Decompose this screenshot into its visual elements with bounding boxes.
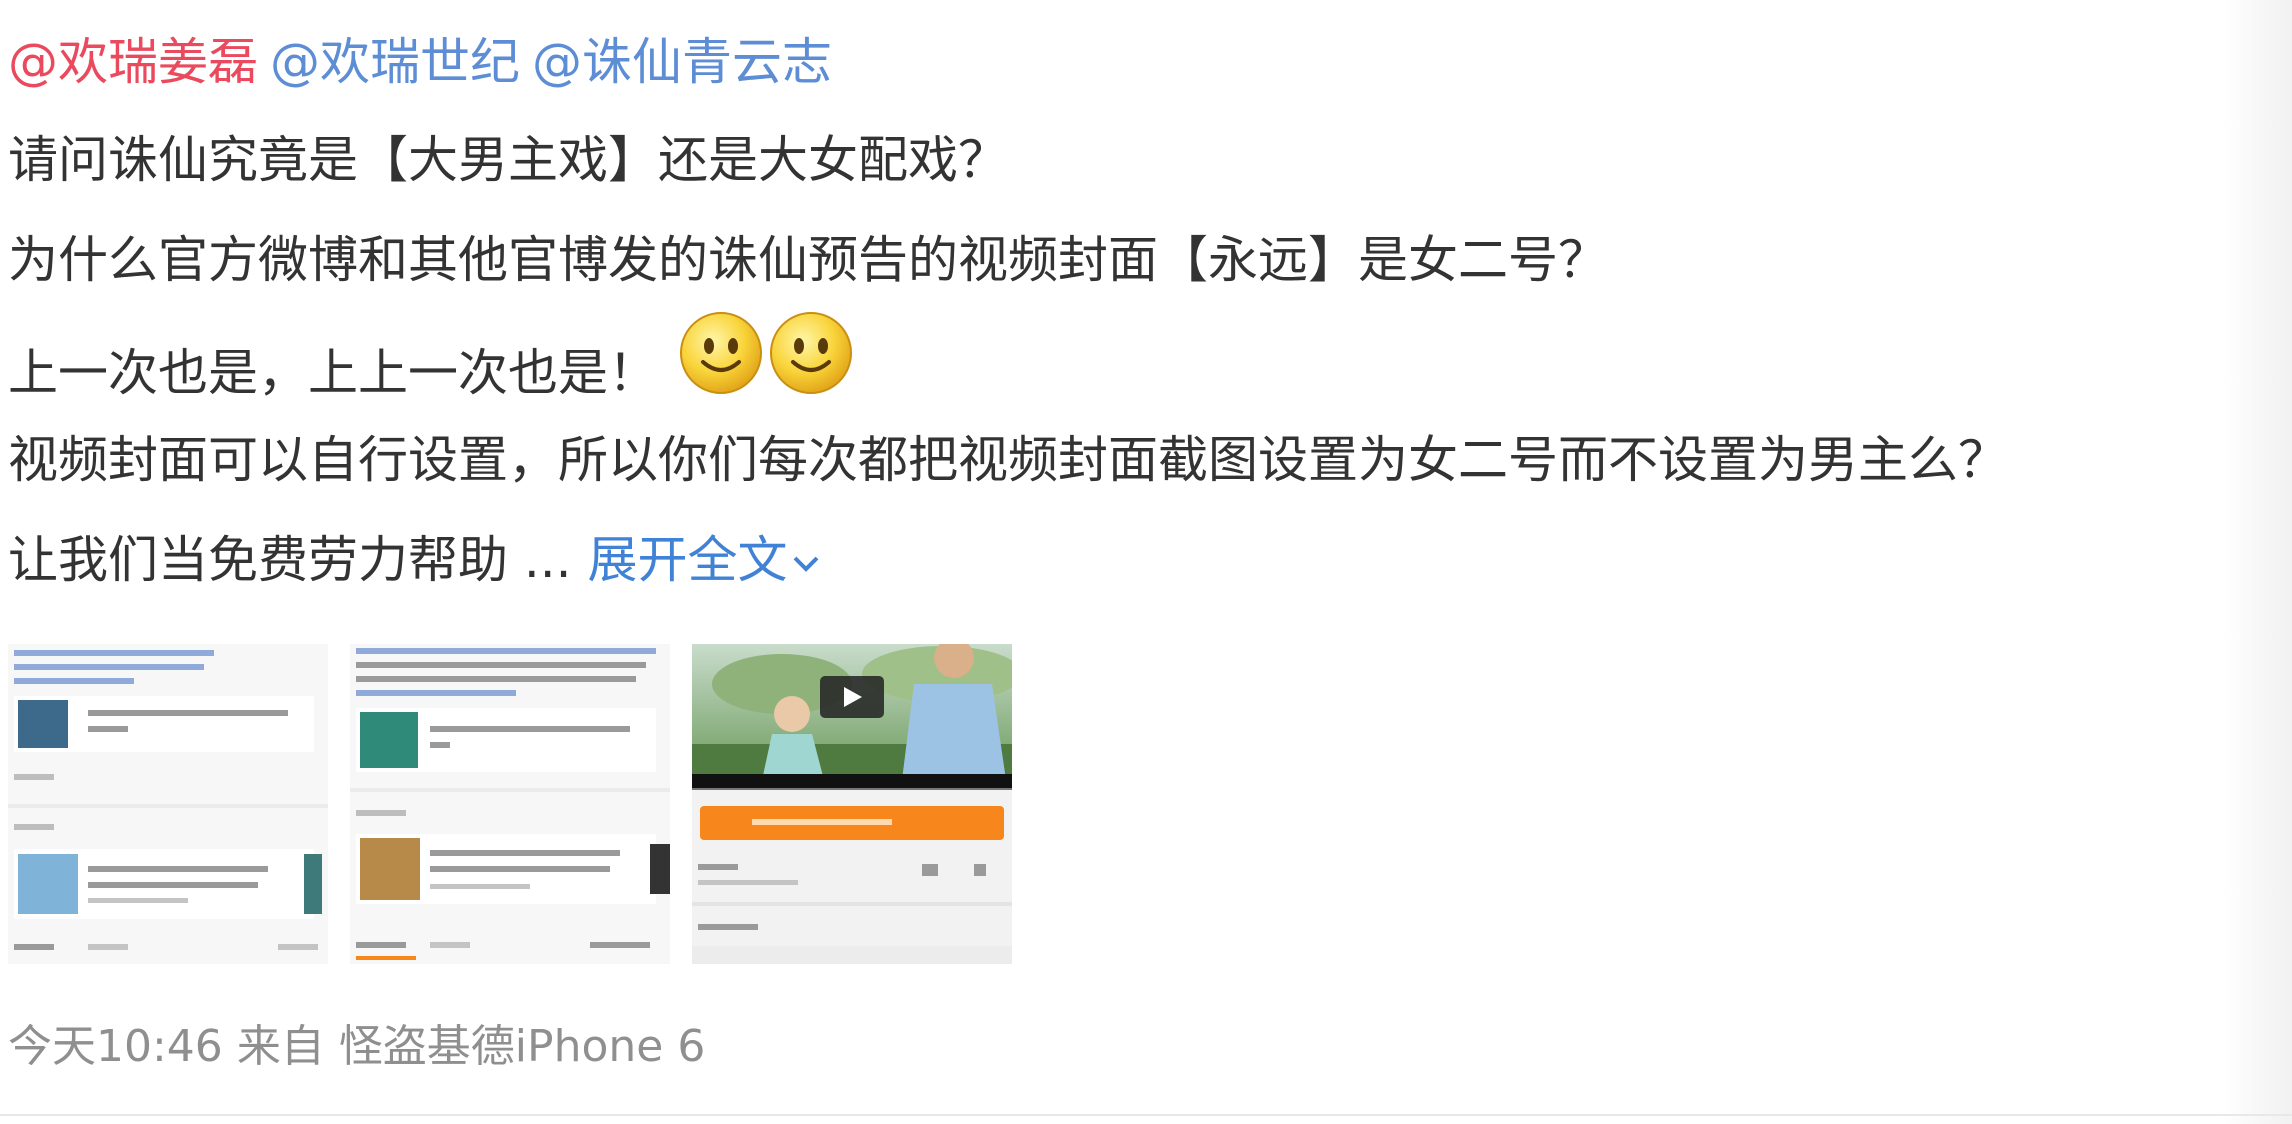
post-text-line: 请问诛仙究竟是【大男主戏】还是大女配戏？ bbox=[8, 131, 1008, 189]
document-screenshot-icon bbox=[350, 644, 670, 964]
video-screenshot-icon bbox=[692, 644, 1012, 964]
mention-link[interactable]: @欢瑞姜磊 bbox=[8, 33, 258, 91]
expand-label: 展开全文 bbox=[587, 531, 788, 589]
post-text-line: 为什么官方微博和其他官博发的诛仙预告的视频封面【永远】是女二号？ bbox=[8, 231, 1608, 289]
source-prefix: 来自 bbox=[236, 1021, 325, 1072]
post-text-line: 视频封面可以自行设置，所以你们每次都把视频封面截图设置为女二号而不设置为男主么？ bbox=[8, 431, 2008, 489]
post-image-thumbnail[interactable] bbox=[8, 644, 328, 964]
post-text-line: 让我们当免费劳力帮助 ... 展开全文 bbox=[8, 510, 2238, 610]
post-meta: 今天10:46 来自 怪盗基德iPhone 6 bbox=[8, 1010, 705, 1074]
document-screenshot-icon bbox=[8, 644, 328, 964]
mention-link[interactable]: @诛仙青云志 bbox=[532, 33, 832, 91]
post-text: 让我们当免费劳力帮助 ... bbox=[8, 531, 572, 589]
mention-link[interactable]: @欢瑞世纪 bbox=[270, 33, 520, 91]
weibo-post: @欢瑞姜磊 @欢瑞世纪 @诛仙青云志 请问诛仙究竟是【大男主戏】还是大女配戏？ 为什… bbox=[8, 18, 2238, 964]
image-grid bbox=[8, 644, 2238, 964]
post-text: 上一次也是，上上一次也是！ bbox=[8, 344, 658, 402]
divider bbox=[0, 1114, 2292, 1116]
post-source[interactable]: 怪盗基德iPhone 6 bbox=[339, 1021, 706, 1072]
post-time[interactable]: 今天10:46 bbox=[8, 1021, 223, 1072]
expand-full-text-link[interactable]: 展开全文 bbox=[587, 531, 821, 589]
chevron-down-icon bbox=[794, 556, 819, 572]
post-image-thumbnail[interactable] bbox=[350, 644, 670, 964]
mention-line: @欢瑞姜磊 @欢瑞世纪 @诛仙青云志 bbox=[8, 18, 2238, 110]
video-post-thumbnail[interactable] bbox=[692, 644, 1012, 964]
post-text-line: 上一次也是，上上一次也是！ bbox=[8, 310, 2238, 410]
